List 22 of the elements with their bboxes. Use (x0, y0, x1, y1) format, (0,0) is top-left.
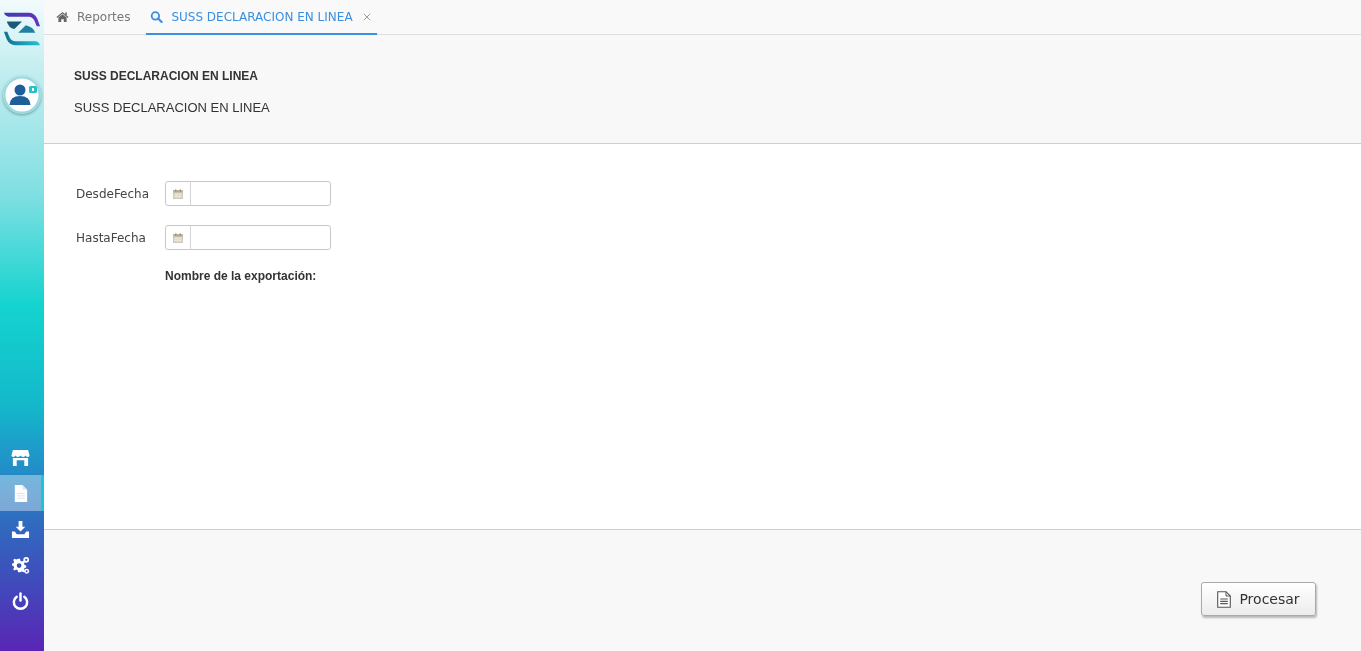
home-icon (56, 10, 69, 23)
date-field[interactable] (165, 225, 331, 250)
calendar-icon (173, 232, 183, 243)
page-subtitle: SUSS DECLARACION EN LINEA (74, 100, 270, 115)
field-label: HastaFecha (76, 230, 147, 245)
export-name-label: Nombre de la exportación: (165, 269, 317, 283)
field-label: DesdeFecha (76, 186, 151, 201)
download-icon (11, 519, 30, 539)
close-icon[interactable] (362, 12, 371, 21)
page-title: SUSS DECLARACION EN LINEA (74, 69, 258, 83)
tab[interactable]: Reportes (52, 0, 135, 35)
gears-icon (11, 555, 30, 575)
document-icon (1217, 590, 1232, 608)
power-icon (11, 591, 30, 611)
date-field[interactable] (165, 181, 331, 206)
nav-item-selected[interactable] (0, 475, 44, 511)
store-icon (11, 447, 30, 467)
search-icon (150, 10, 164, 23)
user-avatar-icon[interactable] (3, 76, 41, 114)
calendar-icon (173, 188, 183, 199)
logo-icon (3, 10, 41, 48)
process-button[interactable]: Procesar (1201, 582, 1316, 616)
